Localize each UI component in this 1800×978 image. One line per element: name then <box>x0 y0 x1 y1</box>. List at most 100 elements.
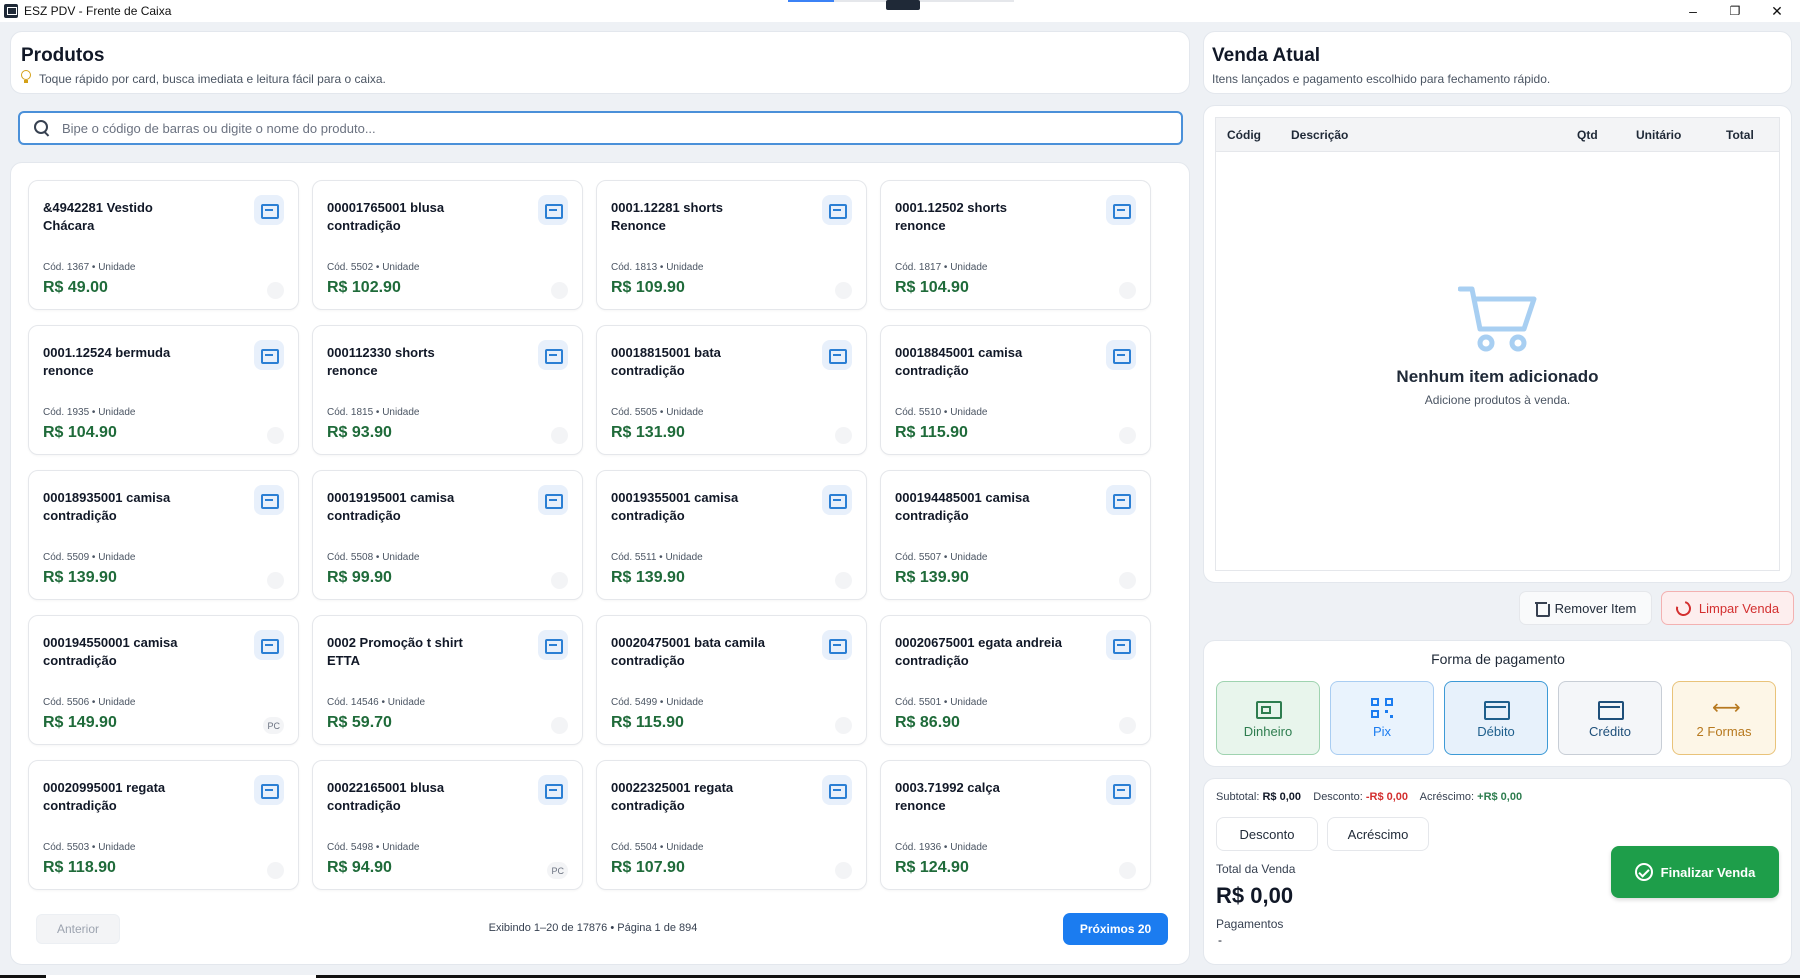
product-price: R$ 115.90 <box>611 714 684 731</box>
totals-summary-line: Subtotal: R$ 0,00 Desconto: -R$ 0,00 Acr… <box>1216 791 1522 803</box>
package-icon <box>1106 630 1136 660</box>
product-card[interactable]: 00020995001 regata contradição Cód. 5503 … <box>28 760 299 890</box>
debit-card-icon <box>1484 698 1510 720</box>
product-name: 00020475001 bata camila contradição <box>611 635 765 668</box>
next-page-button[interactable]: Próximos 20 <box>1063 913 1168 945</box>
product-card[interactable]: 00022325001 regata contradição Cód. 5504 … <box>596 760 867 890</box>
product-name: 000194485001 camisa contradição <box>895 490 1030 523</box>
product-tag-badge: PC <box>263 717 284 734</box>
discount-button[interactable]: Desconto <box>1216 817 1318 851</box>
product-name: 00019355001 camisa contradição <box>611 490 739 523</box>
product-card[interactable]: 00018935001 camisa contradição Cód. 5509 … <box>28 470 299 600</box>
window-title: ESZ PDV - Frente de Caixa <box>24 4 172 18</box>
package-icon <box>822 340 852 370</box>
product-price: R$ 49.00 <box>43 279 108 296</box>
product-card[interactable]: 000194550001 camisa contradição Cód. 5506… <box>28 615 299 745</box>
package-icon <box>538 775 568 805</box>
payment-method-pix[interactable]: Pix <box>1330 681 1434 755</box>
product-card[interactable]: 0002 Promoção t shirt ETTA Cód. 14546 • U… <box>312 615 583 745</box>
product-name: 0001.12524 bermuda renonce <box>43 345 171 378</box>
package-icon <box>254 775 284 805</box>
product-meta: Cód. 5505 • Unidade <box>611 407 704 418</box>
payment-method-2-formas[interactable]: ⟷ 2 Formas <box>1672 681 1776 755</box>
product-card[interactable]: 00022165001 blusa contradição Cód. 5498 •… <box>312 760 583 890</box>
package-icon <box>254 485 284 515</box>
finish-sale-label: Finalizar Venda <box>1660 864 1756 880</box>
products-title: Produtos <box>21 45 105 66</box>
payment-method-crédito[interactable]: Crédito <box>1558 681 1662 755</box>
surcharge-value: +R$ 0,00 <box>1477 791 1523 803</box>
product-price: R$ 139.90 <box>611 569 685 586</box>
product-meta: Cód. 5510 • Unidade <box>895 407 988 418</box>
sale-title: Venda Atual <box>1212 45 1321 66</box>
qr-code-icon <box>1370 697 1394 718</box>
product-tag-badge <box>1119 717 1136 734</box>
total-label: Total da Venda <box>1216 862 1296 876</box>
product-meta: Cód. 5502 • Unidade <box>327 262 420 273</box>
empty-state-title: Nenhum item adicionado <box>1396 367 1599 386</box>
total-value: R$ 0,00 <box>1216 883 1294 908</box>
product-price: R$ 118.90 <box>43 859 116 876</box>
product-meta: Cód. 5499 • Unidade <box>611 697 704 708</box>
empty-state-subtitle: Adicione produtos à venda. <box>1424 393 1571 407</box>
product-name: 00018935001 camisa contradição <box>43 490 171 523</box>
product-card[interactable]: 00020475001 bata camila contradição Cód. … <box>596 615 867 745</box>
product-card[interactable]: 00001765001 blusa contradição Cód. 5502 •… <box>312 180 583 310</box>
window-drag-handle[interactable] <box>788 0 1014 10</box>
product-card[interactable]: 00020675001 egata andreia contradição Cód… <box>880 615 1151 745</box>
product-tag-badge <box>835 572 852 589</box>
product-card[interactable]: &4942281 Vestido Chácara Cód. 1367 • Unid… <box>28 180 299 310</box>
trash-icon <box>1534 601 1550 617</box>
payment-method-débito[interactable]: Débito <box>1444 681 1548 755</box>
product-price: R$ 131.90 <box>611 424 685 441</box>
product-card[interactable]: 000112330 shorts renonce Cód. 1815 • Unid… <box>312 325 583 455</box>
products-subtitle: Toque rápido por card, busca imediata e … <box>39 72 386 86</box>
product-card[interactable]: 0001.12524 bermuda renonce Cód. 1935 • Un… <box>28 325 299 455</box>
remove-item-button[interactable]: Remover Item <box>1519 591 1652 625</box>
window-titlebar: ESZ PDV - Frente de Caixa – ❐ ✕ <box>0 0 1800 22</box>
finish-sale-button[interactable]: Finalizar Venda <box>1611 846 1779 898</box>
restore-button[interactable]: ❐ <box>1712 0 1758 22</box>
search-input[interactable] <box>62 120 1062 136</box>
product-price: R$ 94.90 <box>327 859 392 876</box>
snap-handle[interactable] <box>886 0 920 10</box>
product-price: R$ 115.90 <box>895 424 968 441</box>
package-icon <box>822 485 852 515</box>
product-card[interactable]: 0003.71992 calça renonce Cód. 1936 • Unid… <box>880 760 1151 890</box>
product-tag-badge <box>267 572 284 589</box>
payment-method-label: Pix <box>1372 723 1392 739</box>
product-price: R$ 59.70 <box>327 714 392 731</box>
product-name: 00018845001 camisa contradição <box>895 345 1023 378</box>
tab-indicator <box>788 0 834 2</box>
product-card[interactable]: 00018815001 bata contradição Cód. 5505 • … <box>596 325 867 455</box>
search-box[interactable] <box>18 111 1183 145</box>
product-meta: Cód. 1936 • Unidade <box>895 842 988 853</box>
product-card[interactable]: 00018845001 camisa contradição Cód. 5510 … <box>880 325 1151 455</box>
package-icon <box>1106 340 1136 370</box>
product-tag-badge <box>835 717 852 734</box>
product-card[interactable]: 00019355001 camisa contradição Cód. 5511 … <box>596 470 867 600</box>
clear-sale-button[interactable]: Limpar Venda <box>1661 591 1794 625</box>
close-button[interactable]: ✕ <box>1754 0 1800 22</box>
product-price: R$ 104.90 <box>43 424 117 441</box>
product-tag-badge <box>835 427 852 444</box>
split-arrows-icon: ⟷ <box>1712 696 1741 719</box>
product-name: 0001.12281 shorts Renonce <box>611 200 724 233</box>
app-icon <box>4 4 18 18</box>
surcharge-button[interactable]: Acréscimo <box>1327 817 1429 851</box>
product-card[interactable]: 000194485001 camisa contradição Cód. 5507… <box>880 470 1151 600</box>
col-code: Códig <box>1227 128 1261 142</box>
product-card[interactable]: 0001.12502 shorts renonce Cód. 1817 • Uni… <box>880 180 1151 310</box>
product-card[interactable]: 0001.12281 shorts Renonce Cód. 1813 • Uni… <box>596 180 867 310</box>
product-name: 0001.12502 shorts renonce <box>895 200 1008 233</box>
payment-method-dinheiro[interactable]: Dinheiro <box>1216 681 1320 755</box>
product-price: R$ 99.90 <box>327 569 392 586</box>
lightbulb-icon <box>21 70 31 84</box>
previous-page-button[interactable]: Anterior <box>36 914 120 944</box>
product-name: 000112330 shorts renonce <box>327 345 435 378</box>
product-name: 000194550001 camisa contradição <box>43 635 178 668</box>
product-name: 00020675001 egata andreia contradição <box>895 635 1062 668</box>
product-card[interactable]: 00019195001 camisa contradição Cód. 5508 … <box>312 470 583 600</box>
search-icon <box>34 120 50 136</box>
minimize-button[interactable]: – <box>1670 0 1716 22</box>
